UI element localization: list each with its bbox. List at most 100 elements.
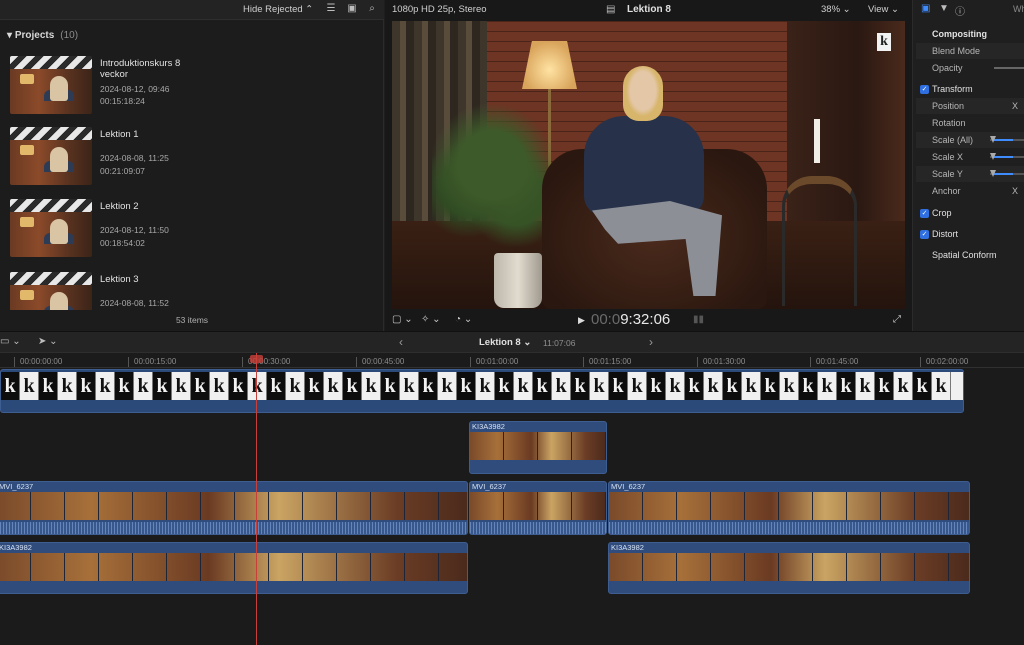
timeline-duration: 11:07:06 xyxy=(543,338,576,348)
logo-frame: k xyxy=(609,372,628,400)
project-duration: 00:18:54:02 xyxy=(100,238,145,248)
project-thumbnail xyxy=(10,272,92,310)
scale-all-row[interactable]: Scale (All) xyxy=(916,132,1024,148)
project-date: 2024-08-12, 09:46 xyxy=(100,84,170,94)
zoom-menu[interactable]: 38% ⌄ xyxy=(821,4,851,15)
info-inspector-icon[interactable]: ⓘ xyxy=(955,3,965,18)
transform-tool-icon[interactable]: ▢ ⌄ xyxy=(392,314,413,325)
project-thumbnail xyxy=(10,56,92,114)
project-date: 2024-08-08, 11:52 xyxy=(100,298,169,308)
logo-frame: k xyxy=(932,372,951,400)
logo-frames: kkkkkkkkkkkkkkkkkkkkkkkkkkkkkkkkkkkkkkkk… xyxy=(1,372,963,400)
connected-clip[interactable]: KI3A3982 xyxy=(469,421,607,474)
checkbox-icon[interactable]: ✓ xyxy=(920,209,929,218)
blend-mode-row[interactable]: Blend Mode xyxy=(916,43,1024,59)
timecode-display[interactable]: 00:09:32:06 xyxy=(591,311,670,328)
project-item[interactable]: Lektion 2 2024-08-12, 11:50 00:18:54:02 xyxy=(10,199,370,265)
clip-filmstrip xyxy=(609,492,969,520)
clip-filmstrip xyxy=(0,492,467,520)
timeline-index-icon[interactable]: ▭ ⌄ xyxy=(0,336,21,347)
primary-clip[interactable]: MVI_6237 xyxy=(0,481,468,535)
ruler-tick: 00:01:30:00 xyxy=(697,357,745,367)
playhead[interactable] xyxy=(256,353,257,645)
fullscreen-icon[interactable]: ⤢ xyxy=(893,314,901,325)
brand-logo: k xyxy=(877,33,891,51)
crop-section[interactable]: ✓ Crop xyxy=(916,205,1024,221)
forward-arrow-icon[interactable]: › xyxy=(649,335,653,349)
rotation-row[interactable]: Rotation xyxy=(916,115,1024,131)
project-item[interactable]: Introduktionskurs 8 veckor 2024-08-12, 0… xyxy=(10,56,370,122)
project-date: 2024-08-12, 11:50 xyxy=(100,225,169,235)
audio-meter-icon: ▮▮ xyxy=(693,314,705,325)
logo-frame: k xyxy=(476,372,495,400)
ruler-tick: 00:00:00:00 xyxy=(14,357,62,367)
projects-header[interactable]: ▾ Projects (10) xyxy=(7,30,78,41)
logo-frame: k xyxy=(666,372,685,400)
transform-section[interactable]: ✓ Transform xyxy=(916,81,1024,97)
logo-frame: k xyxy=(495,372,514,400)
project-item[interactable]: Lektion 1 2024-08-08, 11:25 00:21:09:07 xyxy=(10,127,370,193)
inspector-panel: ▣ ▼ ⓘ Wh Compositing Blend Mode Opacity … xyxy=(912,0,1024,331)
connected-clip[interactable]: KI3A3982 xyxy=(0,542,468,594)
project-item[interactable]: Lektion 3 2024-08-08, 11:52 xyxy=(10,272,370,310)
logo-frame: k xyxy=(438,372,457,400)
scale-y-row[interactable]: Scale Y xyxy=(916,166,1024,182)
audio-waveform xyxy=(0,522,467,534)
primary-clip[interactable]: MVI_6237 xyxy=(608,481,970,535)
project-name: Introduktionskurs 8 veckor xyxy=(100,58,181,80)
logo-frame: k xyxy=(286,372,305,400)
project-thumbnail xyxy=(10,199,92,257)
logo-frame: k xyxy=(115,372,134,400)
checkbox-icon[interactable]: ✓ xyxy=(920,85,929,94)
position-row[interactable]: Position X xyxy=(916,98,1024,114)
viewer-controls: ▢ ⌄ ✧ ⌄ ◔ ⌄ ▶ 00:09:32:06 ▮▮ ⤢ xyxy=(385,309,912,331)
clip-appearance-icon[interactable]: ▣ xyxy=(346,3,358,15)
connected-clip[interactable]: KI3A3982 xyxy=(608,542,970,594)
ruler-tick: 00:01:15:00 xyxy=(583,357,631,367)
playhead-handle[interactable] xyxy=(250,355,263,363)
projects-label: Projects xyxy=(14,30,55,41)
logo-frame: k xyxy=(590,372,609,400)
distort-section[interactable]: ✓ Distort xyxy=(916,226,1024,242)
projects-count: (10) xyxy=(60,30,79,41)
logo-frame: k xyxy=(324,372,343,400)
video-inspector-icon[interactable]: ▣ xyxy=(921,3,930,14)
spatial-conform-section[interactable]: Spatial Conform xyxy=(916,247,1024,263)
select-tool-icon[interactable]: ➤ ⌄ xyxy=(38,336,58,347)
scale-x-row[interactable]: Scale X xyxy=(916,149,1024,165)
title-clip-strip[interactable]: kkkkkkkkkkkkkkkkkkkkkkkkkkkkkkkkkkkkkkkk… xyxy=(0,369,964,413)
logo-frame: k xyxy=(419,372,438,400)
logo-frame: k xyxy=(1,372,20,400)
logo-frame: k xyxy=(191,372,210,400)
video-frame[interactable]: k xyxy=(392,21,905,309)
project-duration: 00:15:18:24 xyxy=(100,96,145,106)
audio-waveform xyxy=(609,522,969,534)
logo-frame: k xyxy=(305,372,324,400)
search-icon[interactable]: ⌕ xyxy=(366,3,378,15)
project-duration: 00:21:09:07 xyxy=(100,166,145,176)
timeline-project-name[interactable]: Lektion 8 ⌄ xyxy=(479,337,531,348)
logo-frame: k xyxy=(894,372,913,400)
clip-label: MVI_6237 xyxy=(472,482,507,491)
color-inspector-icon[interactable]: ▼ xyxy=(939,3,949,14)
filmstrip-view-icon[interactable]: ☰ xyxy=(325,3,337,15)
disclosure-triangle-icon[interactable]: ▾ xyxy=(7,30,12,41)
back-arrow-icon[interactable]: ‹ xyxy=(399,335,403,349)
play-button[interactable]: ▶ xyxy=(578,315,585,326)
logo-frame: k xyxy=(723,372,742,400)
logo-frame: k xyxy=(39,372,58,400)
logo-frame: k xyxy=(799,372,818,400)
logo-frame: k xyxy=(856,372,875,400)
ruler-tick: 00:01:45:00 xyxy=(810,357,858,367)
compositing-section[interactable]: Compositing xyxy=(916,26,1024,42)
timeline-ruler[interactable]: 00:00:00:00 00:00:15:00 00:00:30:00 00:0… xyxy=(0,354,1024,368)
hide-rejected-menu[interactable]: Hide Rejected ⌃ xyxy=(243,4,313,15)
speed-icon[interactable]: ◔ ⌄ xyxy=(455,314,472,325)
anchor-row[interactable]: Anchor X xyxy=(916,183,1024,199)
view-menu[interactable]: View ⌄ xyxy=(868,4,899,15)
clip-filmstrip xyxy=(470,432,606,460)
enhancements-icon[interactable]: ✧ ⌄ xyxy=(421,314,441,325)
checkbox-icon[interactable]: ✓ xyxy=(920,230,929,239)
primary-clip[interactable]: MVI_6237 xyxy=(469,481,607,535)
opacity-row[interactable]: Opacity xyxy=(916,60,1024,76)
